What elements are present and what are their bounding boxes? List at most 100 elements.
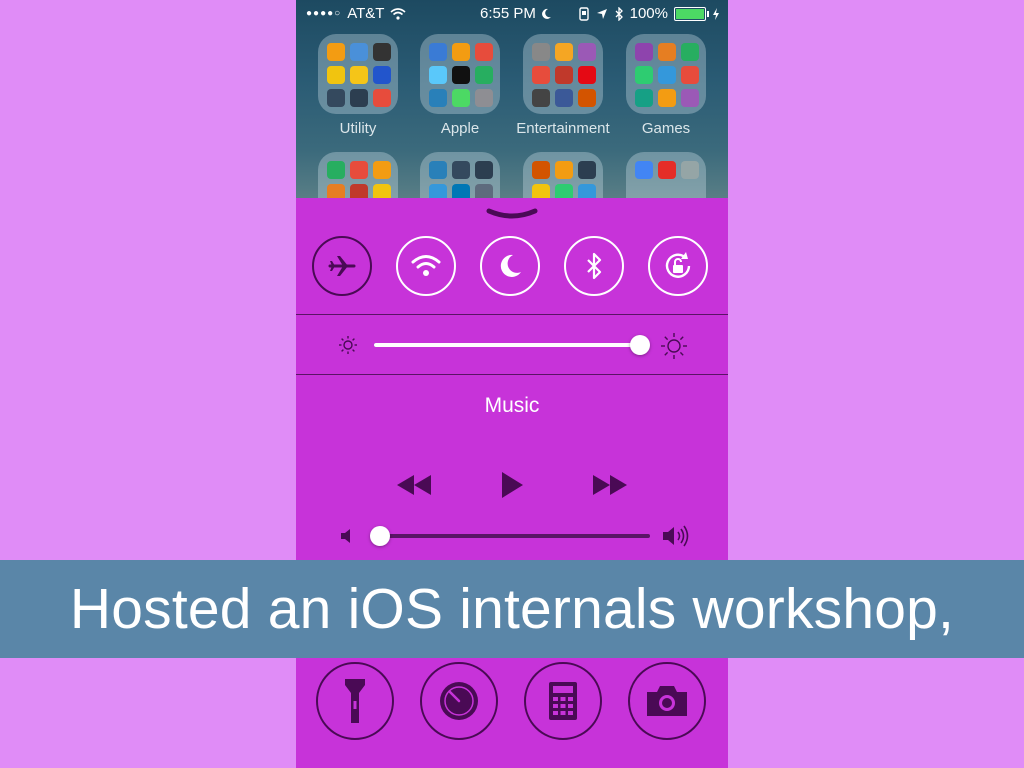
- app-icon: [578, 66, 596, 84]
- charging-icon: [713, 7, 719, 20]
- app-icon: [681, 161, 699, 179]
- app-icon: [373, 66, 391, 84]
- app-icon: [475, 161, 493, 179]
- app-icon: [350, 43, 368, 61]
- app-icon: [555, 66, 573, 84]
- app-icon: [555, 161, 573, 179]
- app-icon: [429, 66, 447, 84]
- app-icon: [555, 89, 573, 107]
- calculator-icon: [549, 682, 577, 720]
- grabber-chevron-icon[interactable]: [486, 208, 538, 222]
- app-folder[interactable]: [318, 34, 398, 114]
- volume-slider-knob[interactable]: [370, 526, 390, 546]
- app-icon: [635, 89, 653, 107]
- calculator-button[interactable]: [524, 662, 602, 740]
- volume-high-icon: [663, 525, 689, 547]
- rotation-lock-status-icon: [578, 6, 589, 21]
- app-icon: [578, 161, 596, 179]
- do-not-disturb-status-icon: [541, 8, 551, 19]
- fast-forward-button[interactable]: [590, 470, 630, 500]
- volume-slider-row: [296, 521, 728, 551]
- app-icon: [429, 89, 447, 107]
- folder-label: Apple: [440, 120, 480, 137]
- app-icon: [658, 43, 676, 61]
- brightness-track[interactable]: [374, 343, 640, 347]
- camera-button[interactable]: [628, 662, 706, 740]
- wifi-toggle[interactable]: [396, 236, 456, 296]
- brightness-low-icon: [339, 336, 357, 354]
- fast-forward-icon: [593, 475, 627, 495]
- app-icon: [429, 161, 447, 179]
- divider: [296, 314, 728, 315]
- bluetooth-icon: [587, 252, 602, 280]
- app-icon: [452, 43, 470, 61]
- play-icon: [502, 472, 523, 498]
- clock: 6:55 PM: [480, 5, 536, 22]
- rotation-lock-icon: [665, 252, 691, 278]
- app-icon: [475, 43, 493, 61]
- moon-icon: [500, 254, 521, 277]
- brightness-slider-knob[interactable]: [630, 335, 650, 355]
- folder-label: Entertainment: [516, 120, 610, 137]
- carrier-label: AT&T: [347, 5, 385, 22]
- app-icon: [681, 89, 699, 107]
- app-icon: [327, 89, 345, 107]
- app-icon: [578, 89, 596, 107]
- brightness-fill: [374, 343, 640, 347]
- signal-strength-icon: ●●●●○: [306, 8, 342, 19]
- bluetooth-toggle[interactable]: [564, 236, 624, 296]
- wifi-icon: [411, 255, 441, 276]
- app-icon: [373, 89, 391, 107]
- app-icon: [635, 161, 653, 179]
- timer-button[interactable]: [420, 662, 498, 740]
- app-icon: [532, 43, 550, 61]
- battery-icon: [674, 6, 709, 21]
- airplane-icon: [328, 256, 356, 276]
- app-icon: [327, 66, 345, 84]
- app-icon: [532, 89, 550, 107]
- do-not-disturb-toggle[interactable]: [480, 236, 540, 296]
- app-folder[interactable]: [420, 34, 500, 114]
- app-icon: [555, 43, 573, 61]
- app-icon: [658, 89, 676, 107]
- app-icon: [452, 66, 470, 84]
- volume-low-icon: [341, 529, 350, 543]
- rotation-lock-toggle[interactable]: [648, 236, 708, 296]
- divider: [296, 374, 728, 375]
- app-icon: [578, 43, 596, 61]
- brightness-slider-row: [296, 330, 728, 360]
- app-icon: [452, 161, 470, 179]
- app-icon: [635, 43, 653, 61]
- control-center: Music: [296, 198, 728, 768]
- app-icon: [452, 89, 470, 107]
- play-button[interactable]: [492, 470, 532, 500]
- app-icon: [350, 66, 368, 84]
- flashlight-button[interactable]: [316, 662, 394, 740]
- app-icon: [681, 66, 699, 84]
- wifi-status-icon: [390, 7, 406, 20]
- app-folder[interactable]: [626, 34, 706, 114]
- toggle-row: [296, 234, 728, 306]
- battery-percent: 100%: [629, 5, 668, 22]
- app-icon: [658, 66, 676, 84]
- app-folder[interactable]: [523, 34, 603, 114]
- app-icon: [373, 43, 391, 61]
- app-icon: [532, 161, 550, 179]
- app-icon: [658, 161, 676, 179]
- app-icon: [429, 43, 447, 61]
- volume-track[interactable]: [380, 534, 650, 538]
- location-icon: [596, 8, 607, 19]
- app-icon: [373, 161, 391, 179]
- rewind-button[interactable]: [394, 470, 434, 500]
- status-bar: ●●●●○ AT&T 6:55 PM 100%: [296, 0, 728, 28]
- airplane-mode-toggle[interactable]: [312, 236, 372, 296]
- app-icon: [327, 161, 345, 179]
- flashlight-icon: [345, 679, 365, 723]
- app-icon: [681, 43, 699, 61]
- music-title: Music: [484, 394, 540, 417]
- app-icon: [532, 66, 550, 84]
- timer-icon: [440, 682, 478, 720]
- bluetooth-status-icon: [615, 6, 623, 21]
- app-icon: [475, 89, 493, 107]
- app-icon: [475, 66, 493, 84]
